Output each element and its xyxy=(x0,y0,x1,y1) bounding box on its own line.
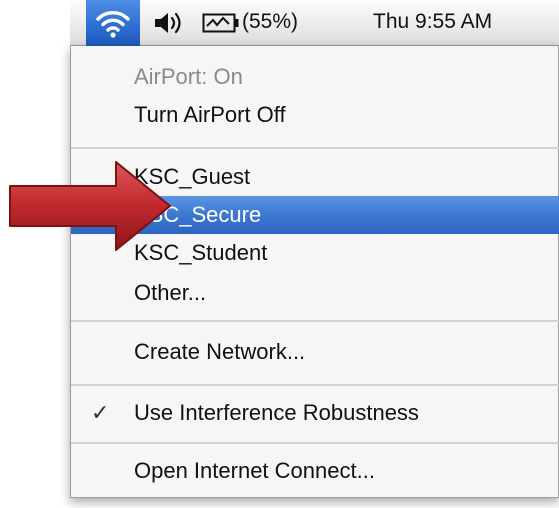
airport-menu-extra[interactable] xyxy=(86,0,140,46)
other-network-item[interactable]: Other... xyxy=(71,274,559,312)
interference-robustness-item[interactable]: ✓ Use Interference Robustness xyxy=(71,394,559,432)
turn-airport-off-item[interactable]: Turn AirPort Off xyxy=(71,96,559,134)
interference-robustness-label: Use Interference Robustness xyxy=(134,400,419,425)
create-network-item[interactable]: Create Network... xyxy=(71,333,559,371)
checkmark-icon: ✓ xyxy=(91,400,110,425)
battery-charging-icon xyxy=(202,13,239,33)
volume-menu-extra[interactable] xyxy=(152,10,188,36)
airport-dropdown-menu: AirPort: On Turn AirPort Off KSC_Guest K… xyxy=(70,46,559,498)
battery-percent: (55%) xyxy=(242,10,299,33)
airport-status: AirPort: On xyxy=(134,64,243,89)
wifi-signal-icon xyxy=(96,11,130,38)
open-internet-connect-item[interactable]: Open Internet Connect... xyxy=(71,452,559,490)
menu-bar: (55%) Thu 9:55 AM xyxy=(70,0,559,46)
speaker-volume-icon xyxy=(155,12,181,34)
red-arrow-icon xyxy=(9,161,171,251)
menu-separator xyxy=(71,384,559,386)
menu-separator xyxy=(71,320,559,322)
menu-separator xyxy=(71,147,559,149)
menu-separator xyxy=(71,442,559,444)
battery-menu-extra[interactable]: (55%) xyxy=(202,8,320,38)
clock[interactable]: Thu 9:55 AM xyxy=(373,10,492,34)
